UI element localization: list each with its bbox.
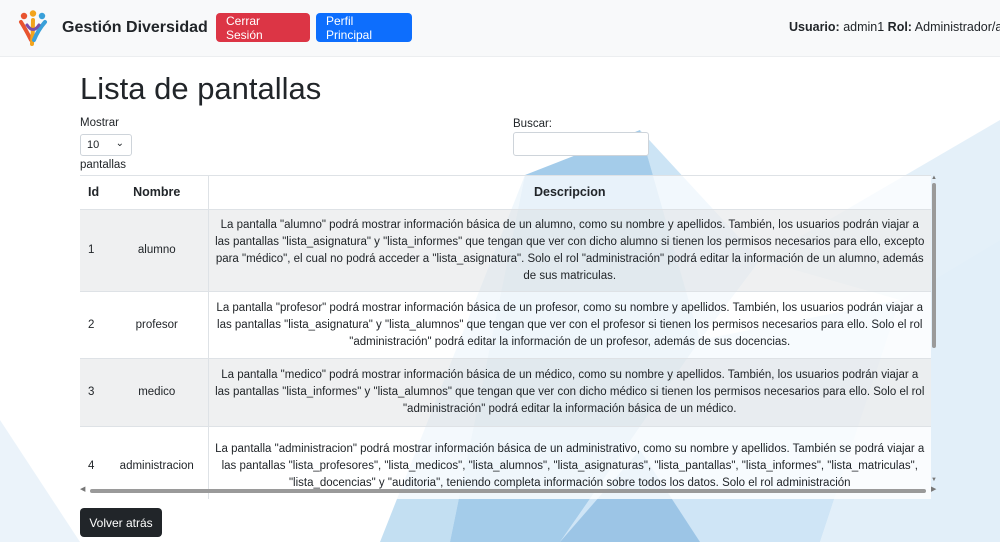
table-row: 1 alumno La pantalla "alumno" podrá most… <box>80 209 931 292</box>
user-info: Usuario: admin1 Rol: Administrador/a <box>789 20 1000 34</box>
show-entries-label: Mostrar <box>80 117 119 129</box>
table-header-row: Id Nombre Descripcion <box>80 175 931 210</box>
entries-per-page-value: 10 <box>87 139 100 151</box>
table-row: 3 medico La pantalla "medico" podrá most… <box>80 358 931 427</box>
scroll-right-icon[interactable]: ▶ <box>931 485 936 493</box>
brand-title[interactable]: Gestión Diversidad <box>62 19 208 37</box>
top-navbar: Gestión Diversidad Cerrar Sesión Perfil … <box>0 0 1000 57</box>
entries-per-page-select[interactable]: 10 ⌄ <box>80 134 132 156</box>
role-label: Rol: <box>887 20 912 34</box>
cell-nombre: alumno <box>106 209 209 292</box>
vertical-scroll-thumb[interactable] <box>932 183 936 348</box>
logout-button[interactable]: Cerrar Sesión <box>216 13 310 42</box>
horizontal-scroll-thumb[interactable] <box>90 489 926 493</box>
user-label: Usuario: <box>789 20 840 34</box>
search-label: Buscar: <box>513 118 552 130</box>
cell-id: 1 <box>80 209 106 292</box>
cell-id: 2 <box>80 291 106 359</box>
column-header-descripcion[interactable]: Descripcion <box>208 175 931 210</box>
show-entries-suffix: pantallas <box>80 159 127 171</box>
cell-nombre: profesor <box>106 291 209 359</box>
people-logo-icon[interactable] <box>18 10 48 46</box>
search-input[interactable] <box>513 132 649 156</box>
scroll-left-icon[interactable]: ◀ <box>80 485 85 493</box>
cell-descripcion: La pantalla "medico" podrá mostrar infor… <box>208 358 931 427</box>
page-title: Lista de pantallas <box>80 71 322 106</box>
scroll-up-icon[interactable]: ▲ <box>931 175 937 181</box>
scroll-down-icon[interactable]: ▼ <box>931 477 937 483</box>
back-button[interactable]: Volver atrás <box>80 508 162 537</box>
main-content: Lista de pantallas Mostrar 10 ⌄ pantalla… <box>0 57 1000 542</box>
column-header-id[interactable]: Id <box>80 175 106 210</box>
profile-button[interactable]: Perfil Principal <box>316 13 412 42</box>
screens-table-container: Id Nombre Descripcion 1 alumno La pantal… <box>80 175 939 499</box>
chevron-down-icon: ⌄ <box>115 138 124 149</box>
cell-nombre: medico <box>106 358 209 427</box>
cell-descripcion: La pantalla "profesor" podrá mostrar inf… <box>208 291 931 359</box>
table-horizontal-scrollbar[interactable]: ◀ ▶ <box>80 486 939 495</box>
role-value: Administrador/a <box>914 20 1000 34</box>
cell-descripcion: La pantalla "alumno" podrá mostrar infor… <box>208 209 931 292</box>
table-row: 2 profesor La pantalla "profesor" podrá … <box>80 291 931 359</box>
cell-id: 3 <box>80 358 106 427</box>
user-value: admin1 <box>843 20 885 34</box>
column-header-nombre[interactable]: Nombre <box>106 175 209 210</box>
screens-table: Id Nombre Descripcion 1 alumno La pantal… <box>80 175 931 499</box>
